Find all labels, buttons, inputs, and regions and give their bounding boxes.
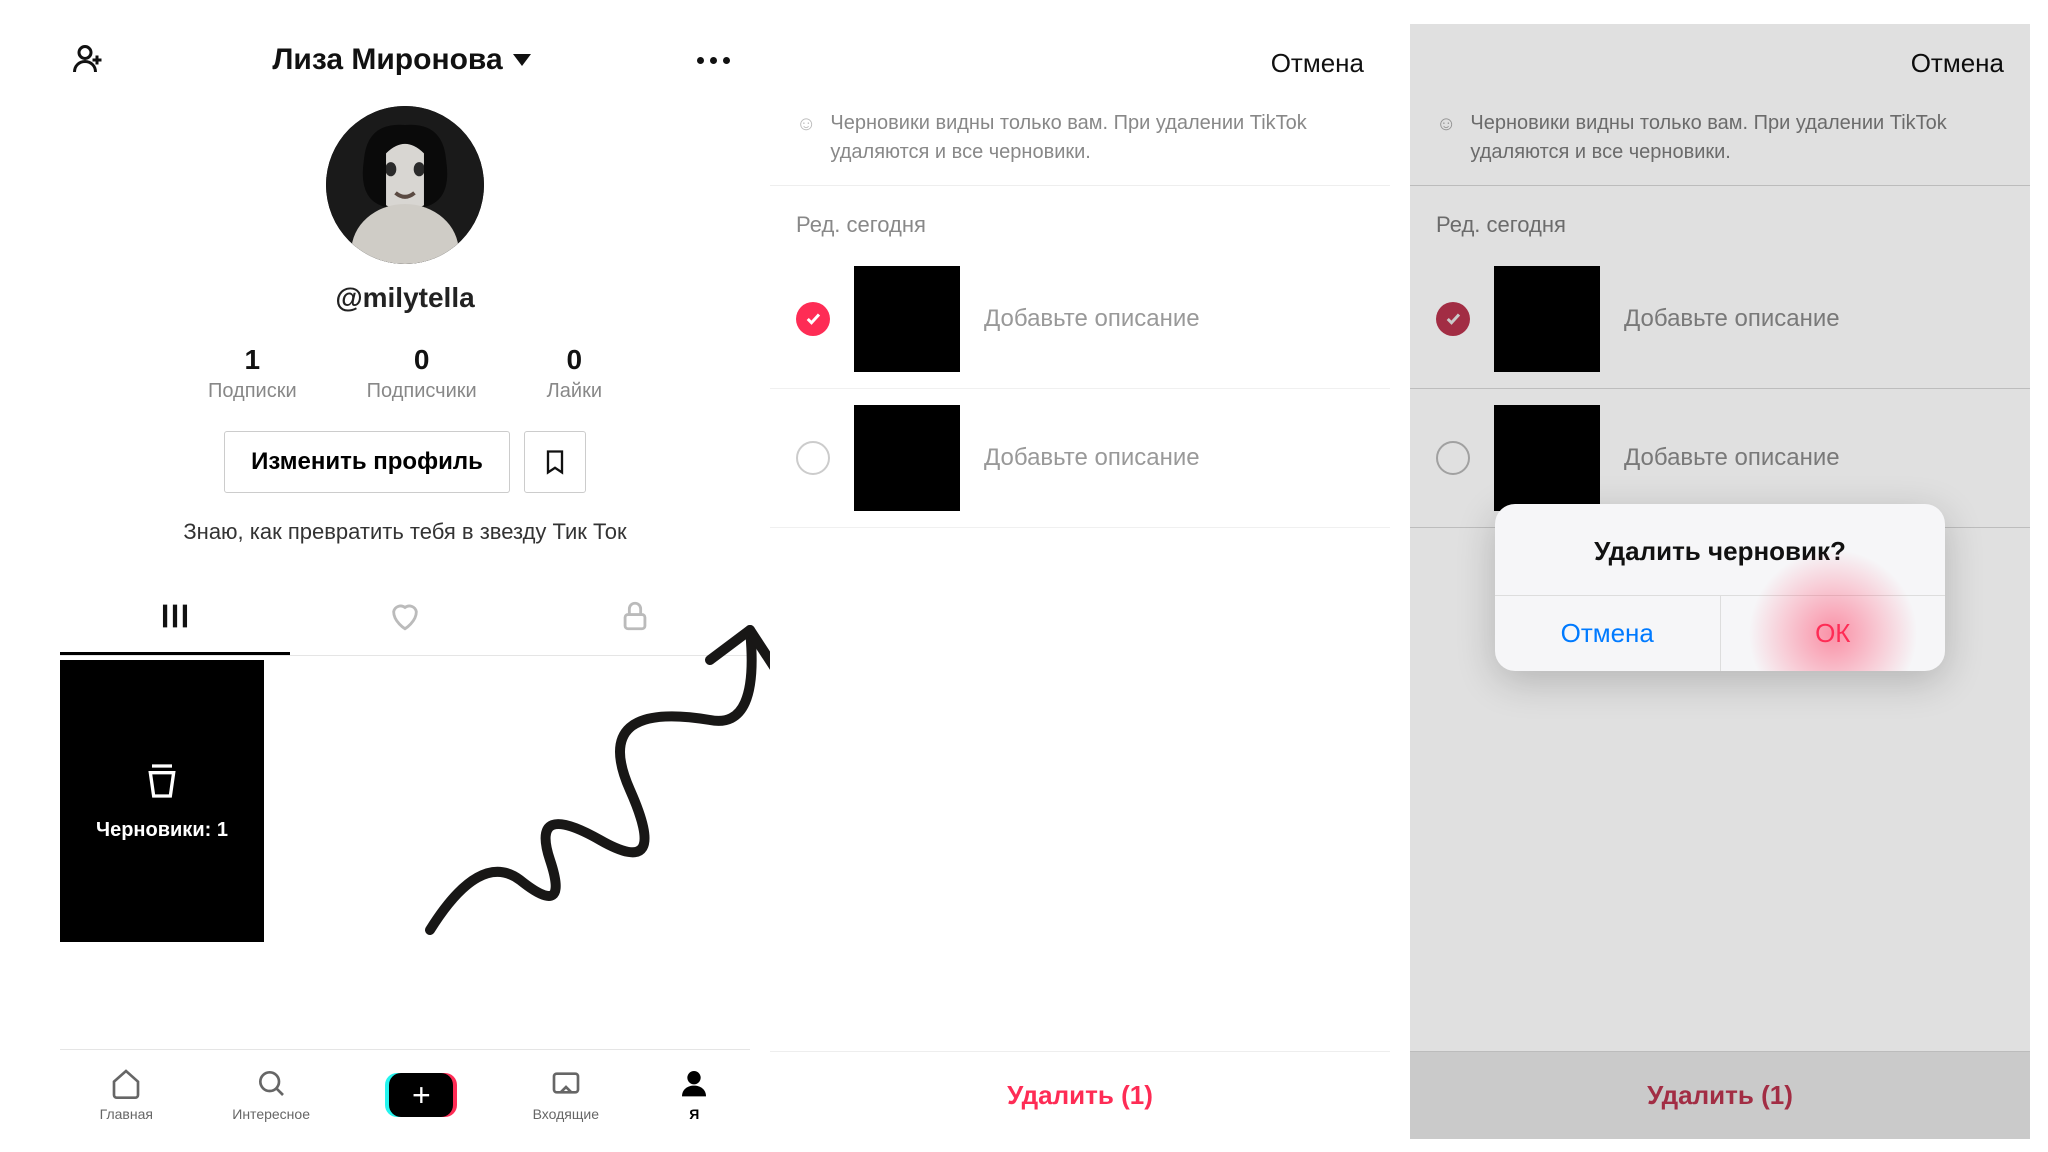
select-check-icon[interactable] [1436,302,1470,336]
profile-name: Лиза Миронова [272,43,502,77]
dialog-cancel-button[interactable]: Отмена [1495,596,1721,671]
username: @milytella [335,282,474,314]
section-header: Ред. сегодня [770,186,1390,250]
draft-thumbnail [1494,405,1600,511]
avatar[interactable] [326,106,484,264]
select-check-icon[interactable] [796,302,830,336]
account-switcher[interactable]: Лиза Миронова [272,43,530,77]
draft-description: Добавьте описание [984,305,1200,333]
nav-home[interactable]: Главная [100,1067,153,1122]
profile-actions: Изменить профиль [60,431,750,493]
profile-header: Лиза Миронова [60,24,750,96]
draft-thumbnail [854,266,960,372]
drafts-footer: Удалить (1) [770,1051,1390,1139]
delete-button[interactable]: Удалить (1) [1647,1080,1793,1110]
smile-icon: ☺ [1436,113,1456,136]
stat-following[interactable]: 1 Подписки [208,344,297,403]
drafts-info-text: Черновики видны только вам. При удалении… [1470,109,2004,167]
tab-posts[interactable] [60,585,290,655]
cancel-button[interactable]: Отмена [1911,48,2004,79]
drafts-info: ☺ Черновики видны только вам. При удален… [770,103,1390,186]
dialog-title: Удалить черновик? [1495,504,1945,595]
bio-text: Знаю, как превратить тебя в звезду Тик Т… [60,519,750,545]
add-friend-icon[interactable] [70,42,106,78]
nav-me[interactable]: Я [678,1067,710,1122]
content-tabs [60,585,750,656]
drafts-dialog-pane: Отмена ☺ Черновики видны только вам. При… [1410,24,2030,1139]
drafts-tile[interactable]: Черновики: 1 [60,660,264,942]
dialog-buttons: Отмена ОК [1495,595,1945,671]
bookmarks-button[interactable] [524,431,586,493]
profile-pane: Лиза Миронова @milytella 1 Подписки [60,24,750,1139]
plus-icon: + [389,1073,453,1117]
dialog-ok-button[interactable]: ОК [1721,596,1946,671]
draft-description: Добавьте описание [1624,305,1840,333]
drafts-pane: Отмена ☺ Черновики видны только вам. При… [770,24,1390,1139]
stat-followers[interactable]: 0 Подписчики [367,344,477,403]
drafts-tile-label: Черновики: 1 [96,819,228,842]
drafts-header: Отмена [770,24,1390,103]
smile-icon: ☺ [796,113,816,136]
draft-description: Добавьте описание [984,444,1200,472]
drafts-info: ☺ Черновики видны только вам. При удален… [1410,103,2030,186]
tab-liked[interactable] [290,585,520,655]
nav-create[interactable]: + [389,1073,453,1117]
draft-row[interactable]: Добавьте описание [770,389,1390,528]
chevron-down-icon [513,54,531,66]
avatar-section: @milytella [60,106,750,314]
draft-row[interactable]: Добавьте описание [770,250,1390,389]
draft-row[interactable]: Добавьте описание [1410,250,2030,389]
bottom-nav: Главная Интересное + Входящие Я [60,1049,750,1139]
select-check-icon[interactable] [796,441,830,475]
section-header: Ред. сегодня [1410,186,2030,250]
stats-row: 1 Подписки 0 Подписчики 0 Лайки [60,344,750,403]
stat-likes[interactable]: 0 Лайки [547,344,602,403]
draft-thumbnail [854,405,960,511]
cancel-button[interactable]: Отмена [1271,48,1364,79]
select-check-icon[interactable] [1436,441,1470,475]
delete-button[interactable]: Удалить (1) [1007,1080,1153,1110]
tab-private[interactable] [520,585,750,655]
edit-profile-button[interactable]: Изменить профиль [224,431,510,493]
draft-thumbnail [1494,266,1600,372]
more-icon[interactable] [697,57,730,64]
nav-discover[interactable]: Интересное [232,1067,310,1122]
content-grid: Черновики: 1 [60,660,750,942]
confirm-dialog: Удалить черновик? Отмена ОК [1495,504,1945,671]
drafts-header: Отмена [1410,24,2030,103]
drafts-footer: Удалить (1) [1410,1051,2030,1139]
draft-description: Добавьте описание [1624,444,1840,472]
nav-inbox[interactable]: Входящие [533,1067,599,1122]
drafts-info-text: Черновики видны только вам. При удалении… [830,109,1364,167]
